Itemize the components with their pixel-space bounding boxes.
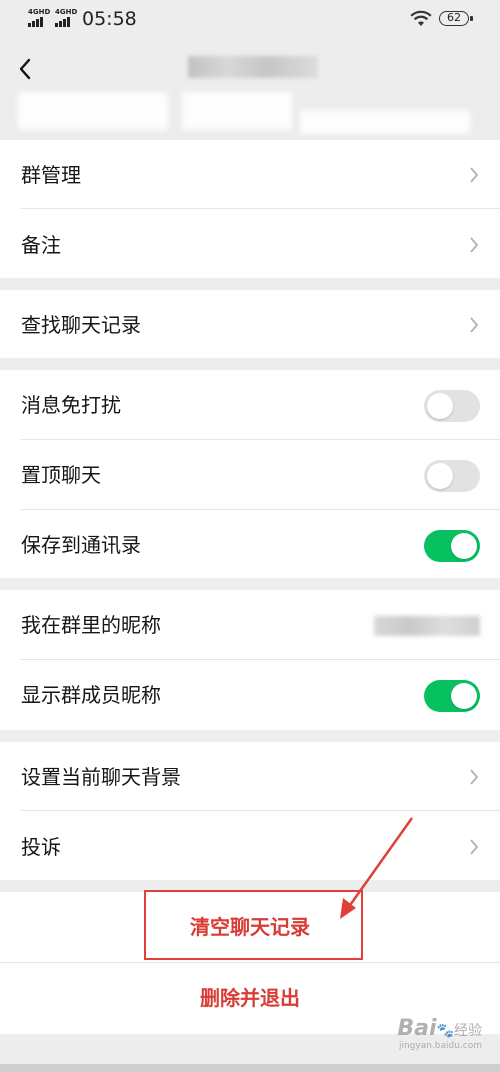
my-nickname-row[interactable]: 我在群里的昵称 [0,590,500,660]
chevron-right-icon [470,237,479,253]
toggle-knob [427,463,453,489]
pin-row: 置顶聊天 [0,440,500,510]
toggle-knob [451,683,477,709]
search-history-row[interactable]: 查找聊天记录 [0,290,500,360]
show-nicknames-row: 显示群成员昵称 [0,660,500,730]
my-nickname-label: 我在群里的昵称 [21,613,161,637]
nickname-value-redacted [374,616,480,636]
settings-group-manage: 群管理 备注 [0,140,500,278]
pin-toggle[interactable] [424,460,480,492]
wifi-icon [410,10,432,26]
search-history-label: 查找聊天记录 [21,313,141,337]
status-bar: 4GHD 4GHD 05:58 62 [0,0,500,40]
signal-indicator-1: 4GHD [28,9,50,27]
chevron-right-icon [470,317,479,333]
chat-background-row[interactable]: 设置当前聊天背景 [0,742,500,812]
battery-indicator: 62 [439,11,473,26]
group-manage-label: 群管理 [21,163,81,187]
chevron-left-icon[interactable] [14,54,40,84]
bottom-strip [0,1064,500,1072]
divider [21,810,500,811]
chevron-right-icon [470,769,479,785]
chevron-right-icon [470,839,479,855]
group-manage-row[interactable]: 群管理 [0,140,500,210]
show-nicknames-toggle[interactable] [424,680,480,712]
remark-label: 备注 [21,233,61,257]
mute-row: 消息免打扰 [0,370,500,440]
save-contacts-label: 保存到通讯录 [21,533,141,557]
chat-background-label: 设置当前聊天背景 [21,765,181,789]
save-contacts-row: 保存到通讯录 [0,510,500,580]
watermark-url: jingyan.baidu.com [398,1041,482,1051]
clock: 05:58 [82,8,137,30]
annotation-highlight-box [144,890,363,960]
network-type-label: 4GHD [28,8,51,16]
remark-row[interactable]: 备注 [0,210,500,280]
page-title-redacted [188,56,318,78]
watermark: Bai🐾经验 jingyan.baidu.com [397,1016,482,1051]
settings-group-search: 查找聊天记录 [0,290,500,358]
settings-group-misc: 设置当前聊天背景 投诉 [0,742,500,880]
watermark-brand: Bai [397,1016,437,1041]
signal-bars-icon [28,17,50,27]
save-contacts-toggle[interactable] [424,530,480,562]
divider [21,208,500,209]
signal-bars-icon [55,17,77,27]
network-type-label: 4GHD [55,8,78,16]
pin-label: 置顶聊天 [21,463,101,487]
signal-indicator-2: 4GHD [55,9,77,27]
chevron-right-icon [470,167,479,183]
show-nicknames-label: 显示群成员昵称 [21,683,161,707]
mute-toggle[interactable] [424,390,480,422]
watermark-cn: 经验 [454,1023,482,1039]
toggle-knob [451,533,477,559]
toggle-knob [427,393,453,419]
complain-row[interactable]: 投诉 [0,812,500,882]
complain-label: 投诉 [21,835,61,859]
group-members-redacted [0,88,500,142]
mute-label: 消息免打扰 [21,393,121,417]
settings-group-toggles: 消息免打扰 置顶聊天 保存到通讯录 [0,370,500,578]
settings-group-nickname: 我在群里的昵称 显示群成员昵称 [0,590,500,730]
paw-icon: 🐾 [436,1023,454,1039]
